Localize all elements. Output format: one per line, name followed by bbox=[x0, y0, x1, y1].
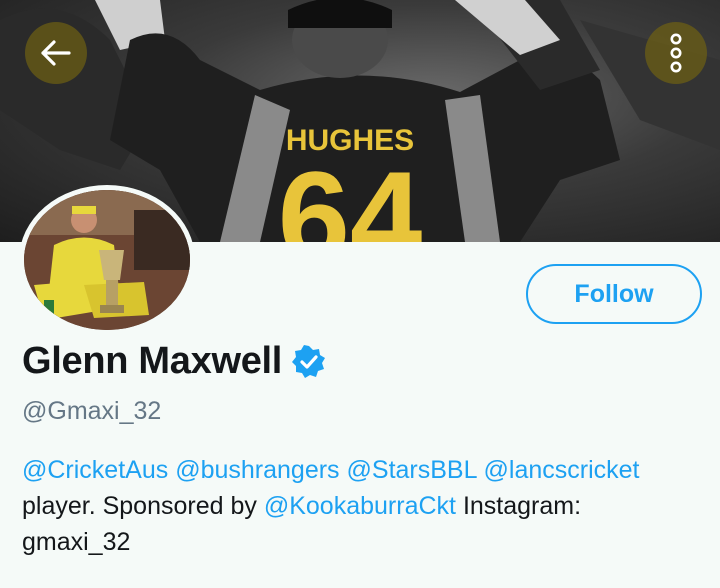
jersey-number: 64 bbox=[278, 144, 423, 242]
mention-link[interactable]: @StarsBBL bbox=[347, 456, 477, 484]
arrow-left-icon bbox=[41, 40, 71, 66]
mention-link[interactable]: @bushrangers bbox=[175, 456, 339, 484]
profile-bio: @CricketAus @bushrangers @StarsBBL @lanc… bbox=[22, 452, 712, 560]
bio-text: player. Sponsored by bbox=[22, 492, 257, 520]
follow-button-label: Follow bbox=[574, 279, 654, 308]
mention-link[interactable]: @KookaburraCkt bbox=[264, 492, 456, 520]
mention-link[interactable]: @CricketAus bbox=[22, 456, 168, 484]
bio-text: Instagram: bbox=[462, 492, 582, 520]
profile-name-row: Glenn Maxwell bbox=[22, 340, 326, 383]
back-button[interactable] bbox=[25, 22, 87, 84]
more-options-button[interactable] bbox=[645, 22, 707, 84]
mention-link[interactable]: @lancscricket bbox=[484, 456, 640, 484]
profile-name: Glenn Maxwell bbox=[22, 340, 283, 382]
vertical-ellipsis-icon bbox=[670, 33, 682, 73]
bio-text: gmaxi_32 bbox=[22, 528, 131, 556]
avatar[interactable] bbox=[19, 185, 195, 335]
avatar-image bbox=[24, 190, 190, 330]
follow-button[interactable]: Follow bbox=[526, 264, 702, 324]
profile-handle: @Gmaxi_32 bbox=[22, 397, 162, 425]
verified-badge-icon bbox=[292, 344, 326, 378]
